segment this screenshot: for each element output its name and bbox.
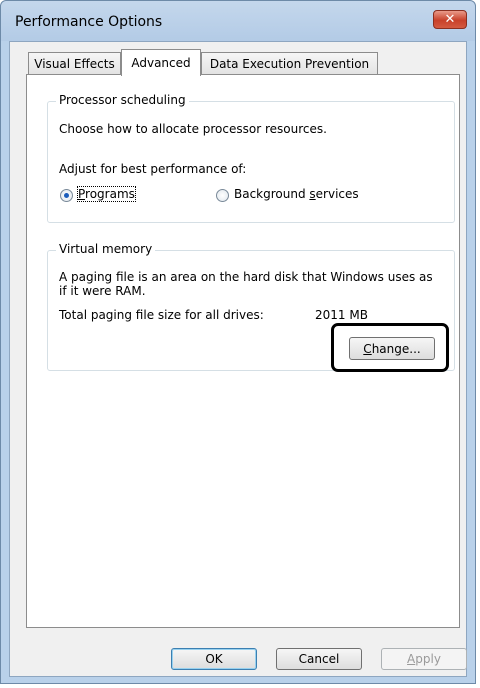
change-button-highlight bbox=[331, 323, 449, 372]
tab-label: Data Execution Prevention bbox=[209, 56, 370, 71]
adjust-label: Adjust for best performance of: bbox=[59, 162, 247, 176]
close-button[interactable]: ✕ bbox=[433, 10, 467, 29]
ok-button-label: OK bbox=[205, 652, 223, 666]
processor-description: Choose how to allocate processor resourc… bbox=[59, 122, 327, 136]
cancel-button-label: Cancel bbox=[298, 652, 340, 666]
tab-label: Advanced bbox=[131, 56, 191, 70]
ok-button[interactable]: OK bbox=[171, 648, 257, 670]
tab-label: Visual Effects bbox=[34, 56, 115, 71]
radio-background-indicator[interactable] bbox=[216, 189, 229, 202]
tab-advanced[interactable]: Advanced bbox=[121, 49, 201, 76]
apply-button[interactable]: Apply bbox=[381, 648, 467, 670]
cancel-button[interactable]: Cancel bbox=[276, 648, 362, 670]
virtual-memory-label: Virtual memory bbox=[56, 242, 156, 256]
processor-scheduling-group: Processor scheduling Choose how to alloc… bbox=[47, 93, 455, 223]
radio-programs-label[interactable]: Programs bbox=[77, 186, 136, 202]
paging-size-label: Total paging file size for all drives: bbox=[59, 308, 264, 322]
tab-visual-effects[interactable]: Visual Effects bbox=[28, 52, 121, 74]
apply-button-label: Apply bbox=[407, 652, 441, 666]
tab-data-execution-prevention[interactable]: Data Execution Prevention bbox=[201, 52, 378, 74]
title-bar[interactable]: Performance Options ✕ bbox=[1, 1, 475, 41]
virtual-memory-description-line2: if it were RAM. bbox=[59, 284, 146, 298]
close-icon: ✕ bbox=[444, 12, 456, 27]
paging-size-value: 2011 MB bbox=[315, 308, 368, 322]
processor-scheduling-label: Processor scheduling bbox=[56, 93, 189, 107]
window-title: Performance Options bbox=[15, 14, 163, 30]
tab-strip: Visual Effects Advanced Data Execution P… bbox=[20, 49, 460, 76]
virtual-memory-description-line1: A paging file is an area on the hard dis… bbox=[59, 270, 433, 284]
radio-background-label[interactable]: Background services bbox=[234, 187, 359, 201]
radio-programs-indicator[interactable] bbox=[60, 189, 73, 202]
